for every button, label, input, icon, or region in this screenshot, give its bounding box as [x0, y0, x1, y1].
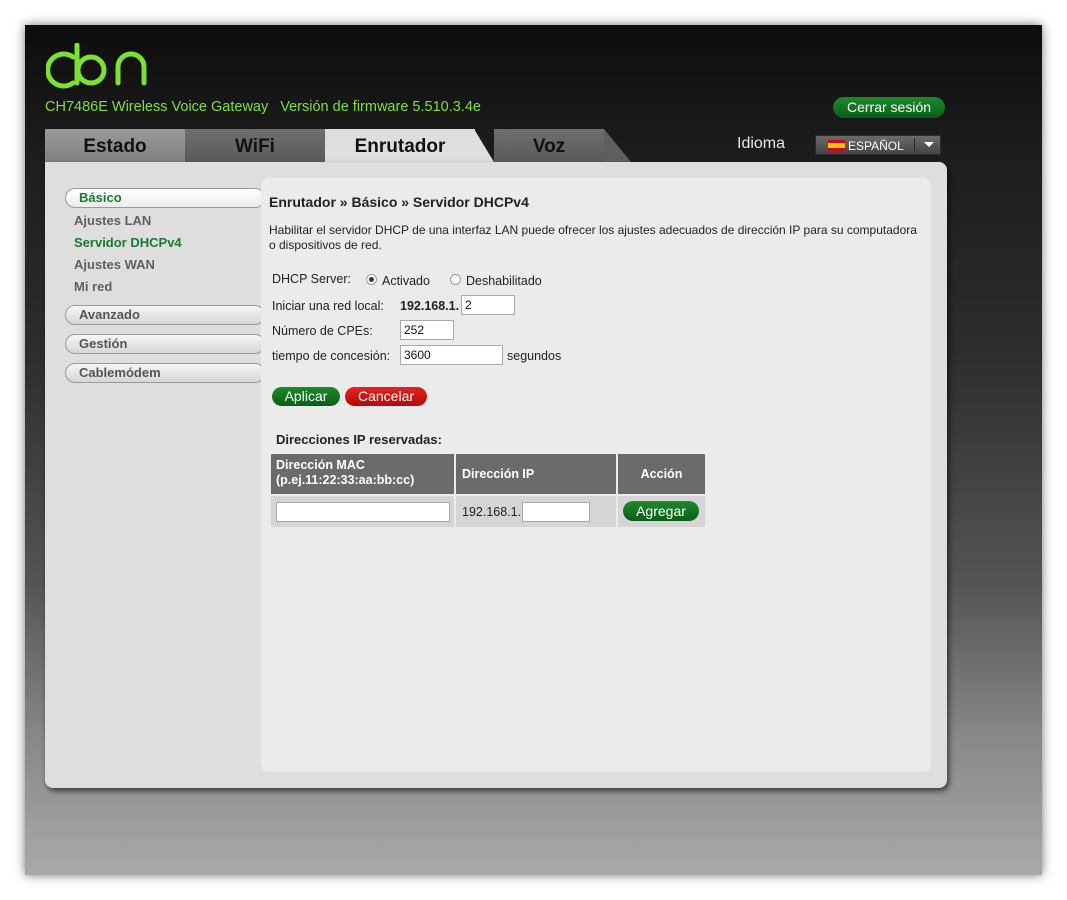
reserved-ip-title: Direcciones IP reservadas:	[276, 432, 442, 447]
sidebar-group-cablemodem[interactable]: Cablemódem	[65, 363, 265, 383]
language-value: ESPAÑOL	[848, 139, 904, 153]
tab-enrutador[interactable]: Enrutador	[325, 129, 475, 162]
column-header-ip: Dirección IP	[456, 454, 616, 494]
spain-flag-icon	[828, 140, 845, 151]
lease-time-input[interactable]	[400, 345, 503, 365]
start-address-input[interactable]	[461, 295, 515, 315]
logout-button[interactable]: Cerrar sesión	[833, 97, 945, 118]
sidebar-item-ajustes-wan[interactable]: Ajustes WAN	[74, 257, 155, 272]
router-window: CH7486E Wireless Voice Gateway Versión de…	[25, 25, 1042, 875]
device-info: CH7486E Wireless Voice Gateway Versión de…	[45, 99, 481, 115]
table-cell-action: Agregar	[618, 496, 705, 527]
tab-enrutador-edge	[474, 129, 494, 162]
sidebar-group-gestion[interactable]: Gestión	[65, 334, 265, 354]
firmware-version: Versión de firmware 5.510.3.4e	[280, 99, 481, 115]
tab-estado[interactable]: Estado	[45, 129, 185, 162]
table-cell-ip: 192.168.1.	[456, 496, 616, 527]
column-header-mac-title: Dirección MAC	[276, 458, 365, 472]
tab-voz[interactable]: Voz	[494, 129, 604, 162]
sidebar-item-mi-red[interactable]: Mi red	[74, 279, 112, 294]
lease-time-label: tiempo de concesión:	[272, 349, 391, 363]
sidebar-item-ajustes-lan[interactable]: Ajustes LAN	[74, 213, 151, 228]
content-area: Enrutador » Básico » Servidor DHCPv4 Hab…	[261, 178, 931, 772]
cancel-button[interactable]: Cancelar	[345, 387, 427, 406]
tab-wifi[interactable]: WiFi	[185, 129, 325, 162]
language-select[interactable]: ESPAÑOL	[815, 135, 941, 155]
cpe-count-label: Número de CPEs:	[272, 324, 373, 338]
column-header-mac: Dirección MAC (p.ej.11:22:33:aa:bb:cc)	[271, 454, 454, 494]
column-header-action: Acción	[618, 454, 705, 494]
start-address-label: Iniciar una red local:	[272, 299, 384, 313]
dhcp-disabled-label: Deshabilitado	[466, 274, 542, 288]
select-divider	[914, 138, 915, 152]
dhcp-server-label: DHCP Server:	[272, 272, 351, 286]
cbn-logo	[46, 43, 156, 91]
main-panel: Básico Ajustes LAN Servidor DHCPv4 Ajust…	[45, 162, 947, 788]
model-name: CH7486E Wireless Voice Gateway	[45, 99, 269, 115]
dhcp-disabled-radio[interactable]	[450, 274, 461, 285]
table-cell-mac	[271, 496, 454, 527]
column-header-mac-hint: (p.ej.11:22:33:aa:bb:cc)	[276, 473, 415, 487]
add-button[interactable]: Agregar	[623, 501, 699, 521]
sidebar-group-basico[interactable]: Básico	[65, 188, 265, 208]
page-description: Habilitar el servidor DHCP de una interf…	[269, 223, 917, 252]
reserved-ip-prefix: 192.168.1.	[462, 505, 522, 519]
tab-voz-edge	[604, 129, 631, 162]
sidebar-group-avanzado[interactable]: Avanzado	[65, 305, 265, 325]
lease-time-unit: segundos	[507, 349, 562, 363]
breadcrumb: Enrutador » Básico » Servidor DHCPv4	[269, 194, 529, 210]
dhcp-enabled-label: Activado	[382, 274, 430, 288]
start-address-prefix: 192.168.1.	[400, 299, 460, 313]
reserved-ip-input[interactable]	[522, 502, 590, 522]
cpe-count-input[interactable]	[400, 320, 454, 340]
chevron-down-icon[interactable]	[924, 142, 934, 147]
sidebar-item-servidor-dhcpv4[interactable]: Servidor DHCPv4	[74, 235, 182, 250]
apply-button[interactable]: Aplicar	[272, 387, 340, 406]
dhcp-enabled-radio[interactable]	[366, 274, 377, 285]
mac-address-input[interactable]	[276, 502, 450, 522]
language-label: Idioma	[737, 135, 786, 152]
